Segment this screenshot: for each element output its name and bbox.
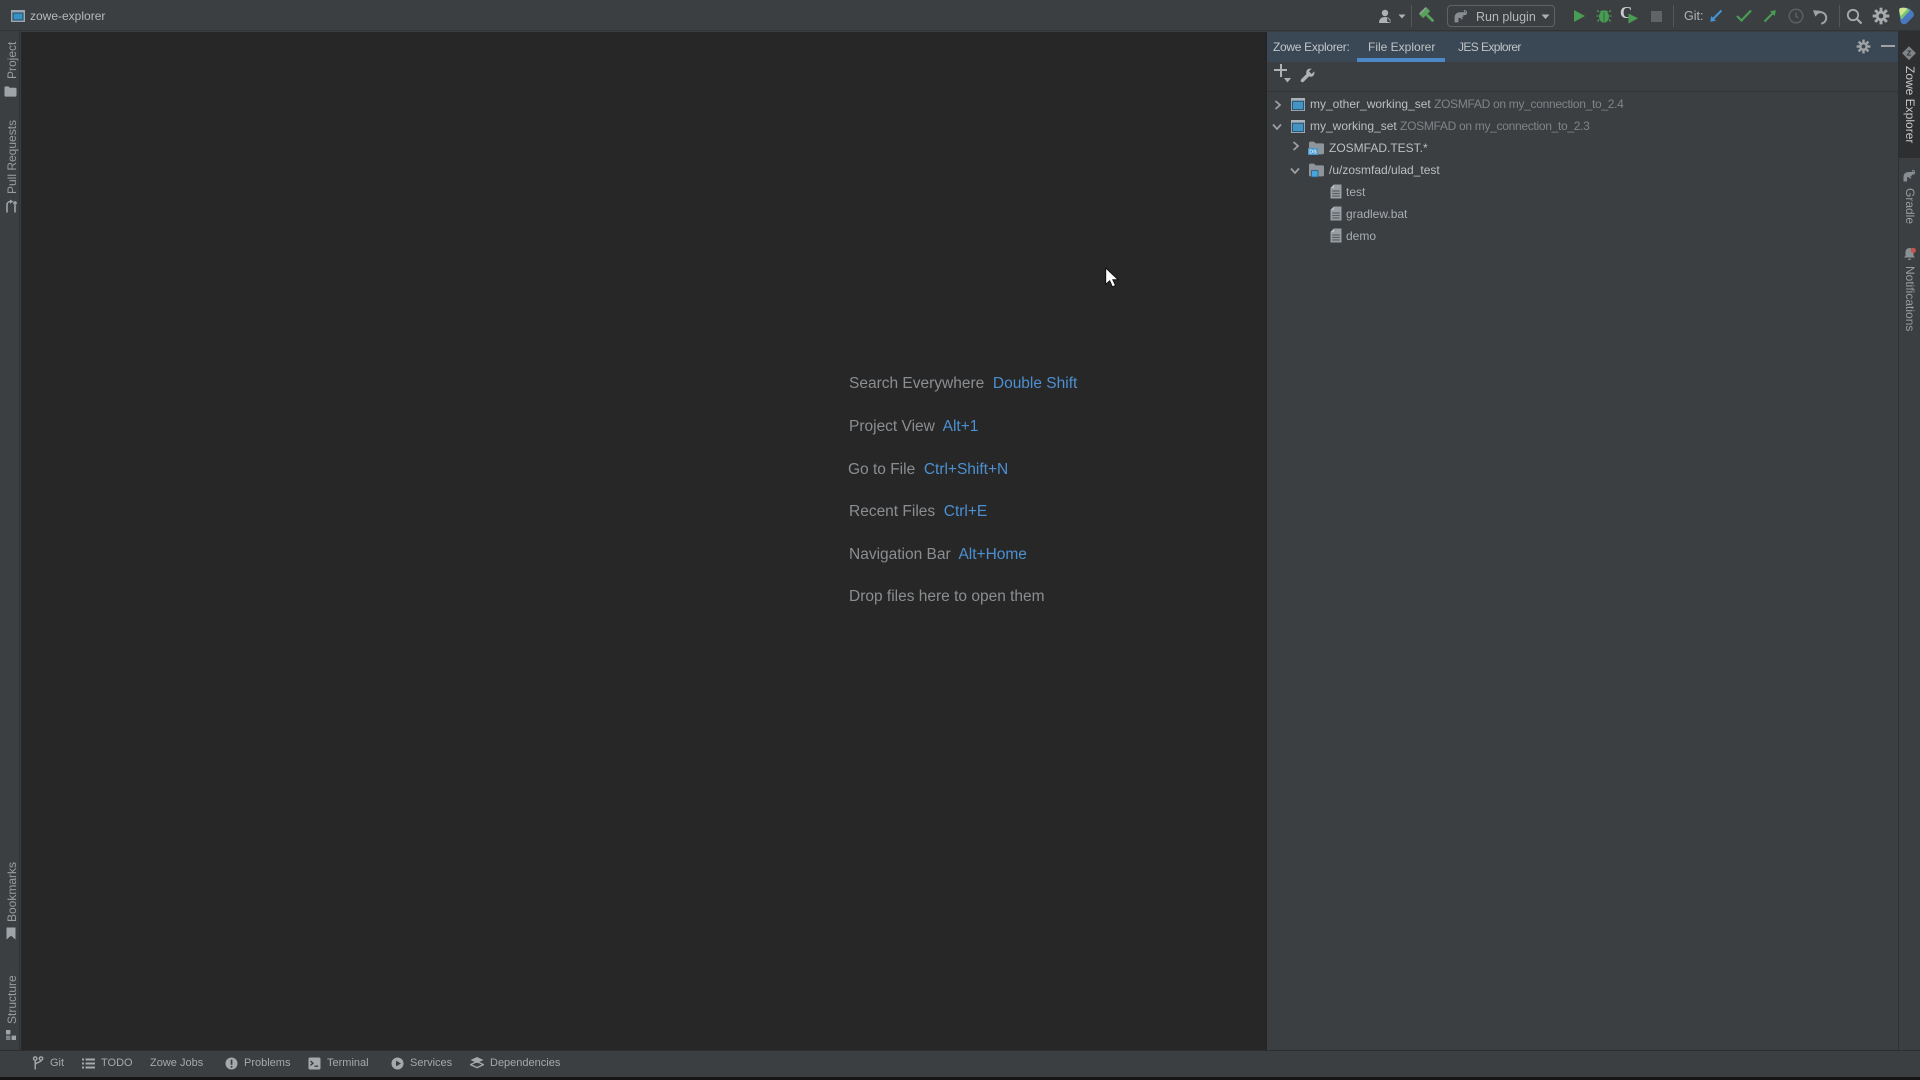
svg-text:Z: Z	[1907, 49, 1912, 58]
svg-text:DS: DS	[1309, 150, 1317, 156]
